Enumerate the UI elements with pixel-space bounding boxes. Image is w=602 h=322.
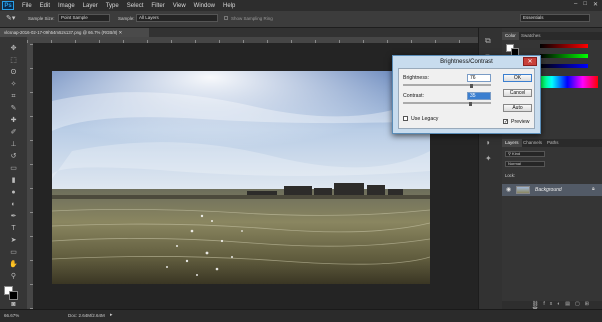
quick-select-tool-icon[interactable]: ✧ [6,80,21,89]
app-logo: Ps [2,1,14,10]
eraser-tool-icon[interactable]: ▭ [6,164,21,173]
use-legacy-checkbox[interactable] [403,116,408,121]
document-tab-title: vlcsnap-2016-02-17-09h54m52s137.png @ 66… [4,30,118,35]
ok-button[interactable]: OK [503,74,532,82]
history-panel-icon[interactable]: ⧉ [485,36,491,46]
menu-file[interactable]: File [22,3,32,9]
hand-tool-icon[interactable]: ✋ [6,260,21,269]
menu-edit[interactable]: Edit [40,3,50,9]
stamp-tool-icon[interactable]: ⊥ [6,140,21,149]
menu-filter[interactable]: Filter [151,3,164,9]
menu-window[interactable]: Window [194,3,215,9]
zoom-level[interactable]: 66.67% [4,313,19,318]
gradient-tool-icon[interactable]: ▮ [6,176,21,185]
lock-icon: 🔒︎ [592,186,595,192]
options-bar: ✎▾ Sample Size: Point Sample Sample: All… [0,11,602,28]
dodge-tool-icon[interactable]: ◐ [6,200,21,209]
color-panel-tabs: Color Swatches [502,32,602,40]
tab-swatches[interactable]: Swatches [518,32,544,40]
preview-label: Preview [511,119,530,125]
preview-checkbox[interactable]: ✓ [503,119,508,125]
layers-panel-tabs: Layers Channels Paths [502,139,602,147]
lock-label: Lock: [505,173,516,178]
minimize-button[interactable]: – [574,1,577,8]
blend-mode-select[interactable]: Normal [505,161,545,167]
sample-size-label: Sample Size: [28,16,55,21]
layers-footer-icons[interactable]: ⛓fx◐▤▢⊞🗑︎ [502,301,602,313]
brightness-contrast-dialog: Brightness/Contrast ✕ Brightness: 76 Con… [392,55,541,134]
eyedropper-preset-icon[interactable]: ✎▾ [6,14,15,22]
healing-tool-icon[interactable]: ✚ [6,116,21,125]
menu-type[interactable]: Type [106,3,119,9]
workspace-select[interactable]: Essentials [520,14,590,22]
status-menu-arrow-icon[interactable]: ▸ [110,312,113,318]
tab-paths[interactable]: Paths [544,139,562,147]
layer-filter-select[interactable]: ⚲ Kind [505,151,545,157]
type-tool-icon[interactable]: T [6,224,21,233]
styles-panel-icon[interactable]: ✦ [485,154,492,163]
contrast-slider-thumb[interactable] [469,102,472,106]
eyedropper-tool-icon[interactable]: ✎ [6,104,21,113]
adjustments-panel-icon[interactable]: ◑ [485,138,490,147]
show-ring-checkbox[interactable] [224,16,228,20]
dialog-body: Brightness: 76 Contrast: 35 Use Legacy O… [398,68,535,129]
tab-layers[interactable]: Layers [502,139,522,147]
history-brush-tool-icon[interactable]: ↺ [6,152,21,161]
menu-layer[interactable]: Layer [83,3,98,9]
marquee-tool-icon[interactable]: ⬚ [6,56,21,65]
contrast-input[interactable]: 35 [467,92,491,100]
maximize-button[interactable]: □ [583,1,587,8]
layer-row-background[interactable]: ◉ Background 🔒︎ [502,184,602,196]
pen-tool-icon[interactable]: ✒ [6,212,21,221]
dialog-close-button[interactable]: ✕ [523,57,537,66]
zoom-tool-icon[interactable]: ⚲ [6,272,21,281]
path-select-tool-icon[interactable]: ➤ [6,236,21,245]
status-bar: 66.67% Doc: 2.64M/2.64M ▸ [0,309,602,322]
eye-icon[interactable]: ◉ [506,186,511,193]
brightness-slider[interactable] [403,84,491,86]
menu-view[interactable]: View [173,3,186,9]
blue-slider[interactable] [540,64,588,68]
close-window-button[interactable]: ✕ [593,1,598,8]
document-tab[interactable]: vlcsnap-2016-02-17-09h54m52s137.png @ 66… [0,28,149,37]
blur-tool-icon[interactable]: ● [6,188,21,197]
sample-size-select[interactable]: Point Sample [58,14,110,22]
brightness-input[interactable]: 76 [467,74,491,82]
crop-tool-icon[interactable]: ⌗ [6,92,21,101]
doc-size: Doc: 2.64M/2.64M [68,313,105,318]
window-controls: – □ ✕ [574,1,598,8]
shape-tool-icon[interactable]: ▭ [6,248,21,257]
layer-thumbnail [516,186,530,194]
sample-select[interactable]: All Layers [136,14,218,22]
tools-panel: ✥ ⬚ ʘ ✧ ⌗ ✎ ✚ ✐ ⊥ ↺ ▭ ▮ ● ◐ ✒ T ➤ ▭ ✋ ⚲ … [0,28,28,310]
show-ring-label: Show Sampling Ring [231,16,273,21]
red-slider[interactable] [540,44,588,48]
document-tab-bar: vlcsnap-2016-02-17-09h54m52s137.png @ 66… [0,28,478,37]
contrast-slider[interactable] [403,102,491,104]
document-image[interactable] [52,71,430,284]
auto-button[interactable]: Auto [503,104,532,112]
brightness-slider-thumb[interactable] [470,84,473,88]
layer-name: Background [535,187,562,193]
brightness-label: Brightness: [403,75,429,81]
quick-mask-icon[interactable]: ◙ [6,300,21,309]
tab-color[interactable]: Color [502,32,519,40]
sample-label: Sample: [118,16,135,21]
beach-photo [52,71,430,284]
move-tool-icon[interactable]: ✥ [6,44,21,53]
menu-help[interactable]: Help [223,3,235,9]
lasso-tool-icon[interactable]: ʘ [6,68,21,77]
menu-select[interactable]: Select [127,3,144,9]
dialog-title: Brightness/Contrast [440,59,493,65]
menu-bar: Ps File Edit Image Layer Type Select Fil… [0,0,602,11]
contrast-label: Contrast: [403,93,425,99]
brush-tool-icon[interactable]: ✐ [6,128,21,137]
background-color-swatch[interactable] [9,291,18,300]
green-slider[interactable] [540,54,588,58]
tab-channels[interactable]: Channels [520,139,545,147]
cancel-button[interactable]: Cancel [503,89,532,97]
use-legacy-label: Use Legacy [411,116,439,122]
menu-image[interactable]: Image [58,3,75,9]
